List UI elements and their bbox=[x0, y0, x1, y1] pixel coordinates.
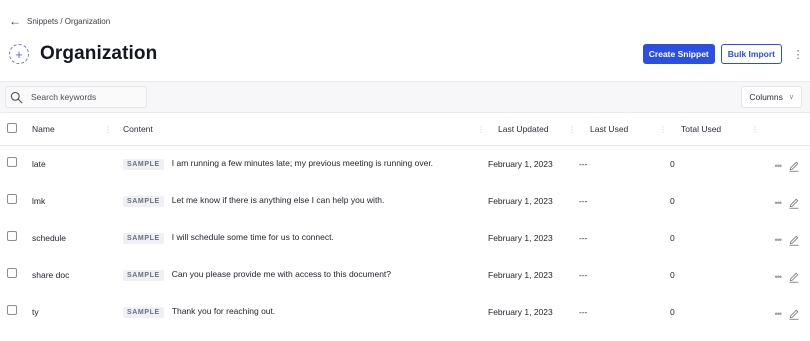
last-updated: February 1, 2023 bbox=[488, 195, 553, 206]
sample-badge: SAMPLE bbox=[123, 232, 164, 244]
row-checkbox[interactable] bbox=[7, 230, 17, 241]
last-used: --- bbox=[579, 306, 588, 317]
pencil-icon[interactable] bbox=[788, 271, 800, 283]
snippet-name: lmk bbox=[32, 195, 46, 206]
table-toolbar: Columns ∨ bbox=[0, 81, 810, 113]
sample-badge: SAMPLE bbox=[123, 306, 164, 318]
more-horizontal-icon[interactable]: ••• bbox=[775, 198, 783, 208]
table-row[interactable]: schedule SAMPLE I will schedule some time… bbox=[0, 219, 810, 256]
more-horizontal-icon[interactable]: ••• bbox=[775, 309, 783, 319]
snippet-content: Thank you for reaching out. bbox=[171, 305, 276, 316]
search-box[interactable] bbox=[5, 86, 147, 108]
last-used: --- bbox=[579, 269, 588, 280]
total-used: 0 bbox=[670, 269, 675, 280]
column-header-total-used[interactable]: Total Used ⋮ bbox=[670, 114, 762, 145]
bulk-import-button[interactable]: Bulk Import bbox=[720, 44, 782, 64]
columns-label: Columns bbox=[749, 92, 783, 102]
last-used: --- bbox=[579, 195, 588, 206]
pencil-icon[interactable] bbox=[788, 197, 800, 209]
column-header-content[interactable]: Content ⋮ bbox=[115, 114, 488, 145]
table-row[interactable]: share doc SAMPLE Can you please provide m… bbox=[0, 256, 810, 293]
column-resize-handle[interactable]: ⋮ bbox=[568, 125, 576, 134]
total-used: 0 bbox=[670, 158, 675, 169]
column-header-actions bbox=[762, 114, 810, 145]
breadcrumb-path[interactable]: Snippets / Organization bbox=[27, 17, 110, 26]
column-resize-handle[interactable]: ⋮ bbox=[477, 125, 485, 134]
page-title: Organization bbox=[40, 43, 158, 64]
header-actions: Create Snippet Bulk Import ⋮ bbox=[642, 44, 804, 64]
page-header: + Organization Create Snippet Bulk Impor… bbox=[9, 40, 804, 68]
table-row[interactable]: ty SAMPLE Thank you for reaching out. Feb… bbox=[0, 293, 810, 330]
select-all-cell bbox=[0, 114, 27, 145]
more-horizontal-icon[interactable]: ••• bbox=[775, 235, 783, 245]
table-header-row: Name ⋮ Content ⋮ Last Updated ⋮ Last Used ⋮ … bbox=[0, 114, 810, 145]
snippet-name: ty bbox=[32, 306, 39, 317]
snippet-name: schedule bbox=[32, 232, 67, 243]
last-updated: February 1, 2023 bbox=[488, 232, 553, 243]
column-header-last-used[interactable]: Last Used ⋮ bbox=[579, 114, 670, 145]
plus-circle-dashed-icon[interactable]: + bbox=[9, 44, 29, 64]
row-checkbox[interactable] bbox=[7, 304, 17, 315]
sample-badge: SAMPLE bbox=[123, 195, 164, 207]
more-horizontal-icon[interactable]: ••• bbox=[775, 272, 783, 282]
total-used: 0 bbox=[670, 232, 675, 243]
last-used: --- bbox=[579, 232, 588, 243]
create-snippet-button[interactable]: Create Snippet bbox=[642, 44, 715, 64]
table-row[interactable]: lmk SAMPLE Let me know if there is anythi… bbox=[0, 182, 810, 219]
last-updated: February 1, 2023 bbox=[488, 158, 553, 169]
pencil-icon[interactable] bbox=[788, 160, 800, 172]
last-updated: February 1, 2023 bbox=[488, 269, 553, 280]
more-horizontal-icon[interactable]: ••• bbox=[775, 161, 783, 171]
table-row[interactable]: late SAMPLE I am running a few minutes la… bbox=[0, 145, 810, 182]
column-header-name[interactable]: Name ⋮ bbox=[27, 114, 115, 145]
last-updated: February 1, 2023 bbox=[488, 306, 553, 317]
arrow-left-icon[interactable]: ← bbox=[9, 15, 21, 27]
snippet-name: share doc bbox=[32, 269, 70, 280]
row-checkbox[interactable] bbox=[7, 156, 17, 167]
last-used: --- bbox=[579, 158, 588, 169]
breadcrumb: ← Snippets / Organization bbox=[9, 14, 110, 28]
select-all-checkbox[interactable] bbox=[7, 123, 17, 134]
chevron-down-icon: ∨ bbox=[788, 94, 794, 101]
snippet-content: I am running a few minutes late; my prev… bbox=[171, 157, 434, 168]
column-resize-handle[interactable]: ⋮ bbox=[659, 125, 667, 134]
snippet-content: I will schedule some time for us to conn… bbox=[171, 231, 334, 242]
snippet-content: Can you please provide me with access to… bbox=[171, 268, 392, 279]
sample-badge: SAMPLE bbox=[123, 158, 164, 170]
columns-dropdown[interactable]: Columns ∨ bbox=[741, 86, 802, 108]
row-checkbox[interactable] bbox=[7, 193, 17, 204]
column-resize-handle[interactable]: ⋮ bbox=[751, 125, 759, 134]
row-checkbox[interactable] bbox=[7, 267, 17, 278]
column-resize-handle[interactable]: ⋮ bbox=[104, 125, 112, 134]
snippet-name: late bbox=[32, 158, 46, 169]
pencil-icon[interactable] bbox=[788, 308, 800, 320]
snippets-table: Name ⋮ Content ⋮ Last Updated ⋮ Last Used ⋮ … bbox=[0, 114, 810, 330]
column-header-last-updated[interactable]: Last Updated ⋮ bbox=[488, 114, 579, 145]
search-input[interactable] bbox=[31, 92, 131, 102]
pencil-icon[interactable] bbox=[788, 234, 800, 246]
kebab-vertical-icon[interactable]: ⋮ bbox=[792, 48, 804, 61]
search-icon bbox=[10, 91, 23, 103]
snippet-content: Let me know if there is anything else I … bbox=[171, 194, 385, 205]
total-used: 0 bbox=[670, 195, 675, 206]
sample-badge: SAMPLE bbox=[123, 269, 164, 281]
total-used: 0 bbox=[670, 306, 675, 317]
